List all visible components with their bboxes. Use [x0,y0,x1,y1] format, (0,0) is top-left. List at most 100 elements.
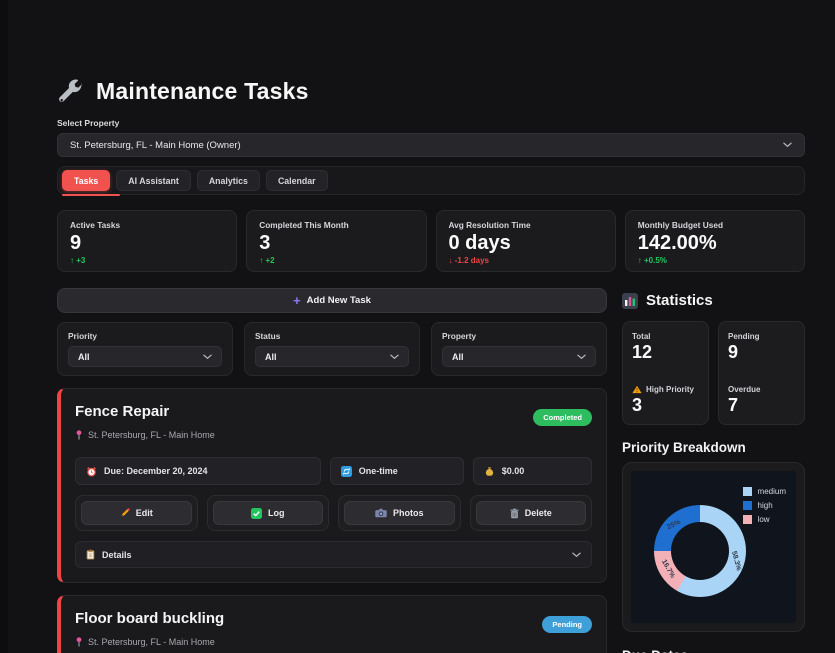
delete-button[interactable]: Delete [476,501,587,525]
task-location-text: St. Petersburg, FL - Main Home [88,637,215,647]
legend-item-high: high [743,501,786,510]
stat-delta: ↓ -1.2 days [449,256,603,265]
pencil-icon [120,508,130,518]
property-filter-select[interactable]: All [442,346,596,367]
tasks-column: + Add New Task Priority All Status All [57,288,607,653]
camera-icon [375,508,387,518]
frequency-chip: One-time [330,457,464,485]
check-box-icon [251,508,262,519]
tab-calendar[interactable]: Calendar [266,170,328,191]
donut-hole [671,522,729,580]
chevron-down-icon [783,142,792,148]
details-accordion[interactable]: Details [75,541,592,568]
due-dates-title: Due Dates [622,648,805,653]
cost-text: $0.00 [502,466,525,476]
up-arrow-icon: ↑ [638,256,642,265]
filter-priority: Priority All [57,322,233,376]
location-pin-icon [75,636,83,648]
log-label: Log [268,508,285,518]
stat-delta: ↑ +2 [259,256,413,265]
trash-icon [510,508,519,519]
tab-bar: Tasks AI Assistant Analytics Calendar [57,166,805,195]
pending-label: Pending [728,332,795,341]
task-card-fence-repair: Fence Repair St. Petersburg, FL - Main H… [57,388,607,583]
task-title: Floor board buckling [75,610,224,627]
repeat-icon [341,466,352,477]
overdue-value: 7 [728,396,795,414]
filter-label: Property [442,331,596,341]
filter-value: All [265,352,277,362]
up-arrow-icon: ↑ [70,256,74,265]
filters-row: Priority All Status All Property [57,322,607,376]
stat-card-active-tasks: Active Tasks 9 ↑ +3 [57,210,237,272]
plus-icon: + [293,294,301,307]
high-priority-value: 3 [632,396,699,414]
edit-button[interactable]: Edit [81,501,192,525]
log-button-wrap: Log [207,495,330,531]
alarm-clock-icon [86,466,97,477]
legend-swatch-high [743,501,752,510]
stat-value: 3 [259,232,413,254]
stat-card-completed-month: Completed This Month 3 ↑ +2 [246,210,426,272]
add-task-label: Add New Task [307,295,371,306]
total-label: Total [632,332,699,341]
details-label: Details [102,550,132,560]
filter-property: Property All [431,322,607,376]
statistics-header: Statistics [622,292,805,309]
stat-card-budget-used: Monthly Budget Used 142.00% ↑ +0.5% [625,210,805,272]
chevron-down-icon [203,354,212,360]
delete-label: Delete [525,508,552,518]
stat-delta: ↑ +3 [70,256,224,265]
stat-card-avg-resolution: Avg Resolution Time 0 days ↓ -1.2 days [436,210,616,272]
status-badge: Pending [542,616,592,633]
clipboard-icon [86,549,95,560]
chart-legend: medium high low [743,487,786,524]
filter-value: All [452,352,464,362]
down-arrow-icon: ↓ [449,256,453,265]
pending-value: 9 [728,343,795,361]
tab-tasks[interactable]: Tasks [62,170,110,191]
overdue-label: Overdue [728,385,795,394]
wrench-icon [57,78,84,105]
priority-chart-panel: 58.3% 16.7% 25% medium high low [631,471,796,623]
delete-button-wrap: Delete [470,495,593,531]
legend-swatch-low [743,515,752,524]
priority-chart-card: 58.3% 16.7% 25% medium high low [622,462,805,632]
task-location: St. Petersburg, FL - Main Home [75,636,224,648]
log-button[interactable]: Log [213,501,324,525]
property-select-value: St. Petersburg, FL - Main Home (Owner) [70,140,241,151]
stat-label: Active Tasks [70,220,224,230]
filter-label: Priority [68,331,222,341]
cost-chip: $0.00 [473,457,592,485]
select-property-label: Select Property [57,118,805,128]
stat-cards-row: Active Tasks 9 ↑ +3 Completed This Month… [57,210,805,272]
chevron-down-icon [390,354,399,360]
chevron-down-icon [572,552,581,558]
task-card-floor-board: Floor board buckling St. Petersburg, FL … [57,595,607,653]
task-location-text: St. Petersburg, FL - Main Home [88,430,215,440]
add-new-task-button[interactable]: + Add New Task [57,288,607,313]
main-page: Maintenance Tasks Select Property St. Pe… [57,78,805,653]
property-select[interactable]: St. Petersburg, FL - Main Home (Owner) [57,133,805,157]
stat-label: Monthly Budget Used [638,220,792,230]
task-title: Fence Repair [75,403,215,420]
statistics-grid: Total 12 High Priority 3 Pending 9 [622,321,805,425]
high-priority-label: High Priority [632,385,699,394]
photos-button-wrap: Photos [338,495,461,531]
tab-analytics[interactable]: Analytics [197,170,260,191]
due-date-text: Due: December 20, 2024 [104,466,208,476]
stat-value: 9 [70,232,224,254]
legend-item-low: low [743,515,786,524]
frequency-text: One-time [359,466,398,476]
chevron-down-icon [577,354,586,360]
stat-value: 142.00% [638,232,792,254]
photos-button[interactable]: Photos [344,501,455,525]
priority-filter-select[interactable]: All [68,346,222,367]
status-badge: Completed [533,409,592,426]
status-filter-select[interactable]: All [255,346,409,367]
active-tab-underline [62,194,120,196]
tab-ai-assistant[interactable]: AI Assistant [116,170,191,191]
stat-value: 0 days [449,232,603,254]
filter-status: Status All [244,322,420,376]
total-value: 12 [632,343,699,361]
